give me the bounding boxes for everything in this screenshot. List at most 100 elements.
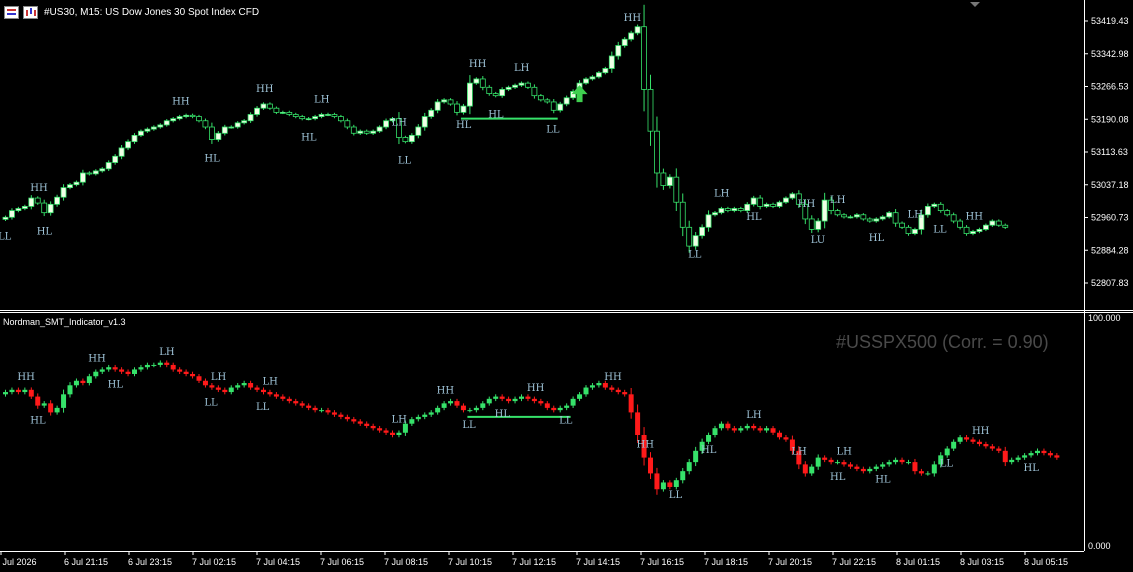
indicator-candle-body	[570, 398, 576, 406]
indicator-candle-body	[622, 392, 628, 395]
indicator-candle-body	[667, 482, 673, 487]
candle-body	[34, 197, 41, 204]
indicator-candle-body	[125, 371, 131, 374]
indicator-candle-body	[183, 371, 189, 374]
indicator-candle-body	[925, 473, 931, 475]
candle-body	[731, 208, 738, 211]
candle-body	[99, 168, 106, 172]
chart-window[interactable]: 53419.43 53342.98 53266.53 53190.08 53113.63…	[0, 0, 1133, 572]
indicator-candle-body	[428, 412, 434, 415]
candle-body	[854, 214, 860, 218]
candle-body	[647, 89, 654, 132]
chart-menu-icon[interactable]	[4, 5, 19, 19]
indicator-candle-body	[854, 466, 860, 469]
chart-shift-marker-icon[interactable]	[970, 2, 980, 7]
time-tick-label: 7 Jul 10:15	[448, 557, 492, 567]
bar-chart-icon[interactable]	[23, 5, 38, 19]
candle-body	[305, 118, 312, 121]
indicator-candle-body	[951, 441, 957, 449]
indicator-swing-label: LL	[204, 398, 218, 409]
indicator-candle-body	[583, 387, 589, 395]
chart-canvas[interactable]: 53419.43 53342.98 53266.53 53190.08 53113.63…	[0, 0, 1133, 572]
candle-body	[905, 226, 912, 234]
swing-label: LL	[546, 124, 560, 135]
indicator-candle-body	[964, 437, 970, 440]
indicator-swing-label: LH	[746, 410, 762, 421]
indicator-swing-label: HH	[604, 372, 622, 383]
candle-body	[621, 38, 628, 46]
indicator-candle-body	[1054, 455, 1060, 458]
indicator-candle-body	[615, 389, 621, 393]
indicator-candle-body	[80, 380, 86, 384]
indicator-swing-label: HL	[30, 416, 46, 427]
indicator-candle-body	[196, 376, 202, 381]
indicator-candle-body	[918, 471, 924, 474]
candle-body	[499, 89, 506, 97]
indicator-candle-body	[209, 385, 215, 388]
indicator-candle-body	[906, 462, 911, 464]
indicator-candle-body	[880, 464, 886, 467]
time-tick-label: 7 Jul 02:15	[192, 557, 236, 567]
indicator-swing-label: LH	[262, 376, 278, 387]
swing-label: HH	[624, 13, 642, 24]
candle-body	[583, 78, 589, 84]
indicator-swing-label: HH	[437, 385, 455, 396]
indicator-candle-body	[164, 362, 170, 365]
indicator-candle-body	[93, 371, 99, 377]
candle-body	[402, 137, 409, 143]
candle-body	[247, 114, 254, 122]
buy-arrow-icon[interactable]	[571, 85, 588, 103]
indicator-candle-body	[660, 482, 666, 490]
indicator-candle-body	[996, 448, 1002, 451]
candle-body	[531, 86, 538, 97]
candle-body	[976, 229, 983, 232]
indicator-swing-label: LH	[1056, 0, 1072, 3]
indicator-candle-body	[390, 432, 395, 435]
price-tick-label: 52960.73	[1091, 213, 1129, 223]
candle-body	[479, 78, 486, 88]
indicator-candle-body	[602, 383, 608, 388]
indicator-name: Nordman_SMT_Indicator_v1.3	[3, 317, 126, 327]
indicator-candle-body	[99, 369, 105, 372]
indicator-candle-body	[525, 396, 531, 399]
indicator-candle-body	[873, 466, 879, 469]
time-tick-label: 7 Jul 22:15	[832, 557, 876, 567]
candle-body	[92, 170, 99, 175]
indicator-candle-body	[512, 398, 518, 402]
indicator-candle-body	[648, 457, 653, 474]
indicator-candle-body	[1009, 459, 1015, 463]
indicator-candle-body	[783, 437, 789, 440]
candle-body	[473, 78, 480, 84]
indicator-candle-body	[215, 387, 221, 390]
candle-body	[41, 202, 48, 214]
indicator-candle-body	[764, 428, 770, 431]
indicator-candle-body	[293, 401, 299, 404]
indicator-candle-body	[222, 389, 228, 393]
candle-body	[628, 32, 635, 40]
indicator-candle-body	[273, 394, 279, 397]
indicator-candle-body	[538, 401, 544, 404]
candle-body	[892, 212, 899, 224]
indicator-candle-body	[435, 407, 441, 413]
indicator-candle-body	[596, 383, 602, 386]
time-tick-label: 7 Jul 12:15	[512, 557, 556, 567]
indicator-candle-body	[144, 364, 150, 368]
indicator-candle-body	[441, 403, 447, 408]
candle-body	[2, 216, 9, 220]
candle-body	[924, 206, 931, 216]
indicator-candle-body	[267, 392, 273, 395]
price-tick-label: 52807.83	[1091, 278, 1129, 288]
indicator-candle-body	[235, 385, 241, 388]
indicator-candle-body	[718, 423, 724, 429]
candle-body	[718, 208, 725, 214]
chart-symbol-title: #US30, M15: US Dow Jones 30 Spot Index C…	[44, 6, 260, 18]
sub-scale-max: 100.000	[1088, 313, 1121, 323]
indicator-candle-body	[377, 428, 383, 431]
price-tick-label: 53190.08	[1091, 114, 1129, 124]
indicator-candle-body	[847, 464, 853, 467]
candle-body	[234, 122, 241, 128]
indicator-swing-label: HL	[830, 472, 846, 483]
indicator-candle-body	[280, 396, 286, 399]
indicator-candle-body	[809, 466, 815, 474]
indicator-candle-body	[344, 416, 350, 420]
